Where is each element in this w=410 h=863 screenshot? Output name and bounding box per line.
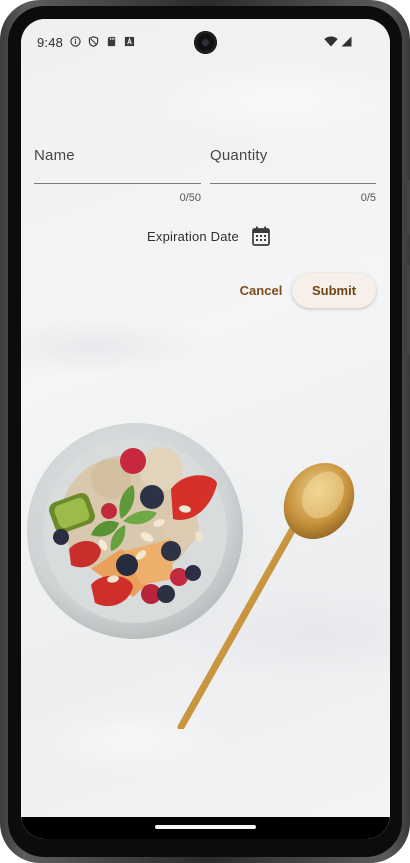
fruit-bowl-image — [27, 423, 355, 729]
status-icons-left — [70, 36, 135, 47]
wifi-icon — [324, 36, 338, 47]
shield-icon — [88, 36, 99, 47]
cellular-signal-icon — [341, 36, 352, 47]
status-time: 9:48 — [37, 35, 64, 50]
home-indicator[interactable] — [155, 825, 256, 829]
quantity-input[interactable] — [210, 139, 380, 185]
quantity-counter: 0/5 — [360, 192, 376, 204]
status-icons-right — [324, 36, 352, 47]
expiration-date-row: Expiration Date — [147, 225, 271, 247]
cancel-button[interactable]: Cancel — [233, 275, 289, 305]
expiration-date-label: Expiration Date — [147, 228, 239, 244]
name-counter: 0/50 — [179, 192, 201, 204]
calendar-icon — [252, 226, 270, 246]
name-field[interactable]: Name 0/50 — [34, 139, 205, 204]
front-camera — [194, 31, 217, 54]
name-input[interactable] — [34, 139, 205, 185]
status-bar: 9:48 — [21, 19, 390, 65]
quantity-field[interactable]: Quantity 0/5 — [210, 139, 380, 204]
screen: 9:48 Name 0/50 Quantity 0/5 Expiration D… — [21, 19, 390, 839]
sd-card-icon — [107, 36, 116, 47]
calendar-button[interactable] — [251, 225, 271, 247]
info-icon — [70, 36, 81, 47]
name-underline — [34, 183, 201, 184]
phone-frame: 9:48 Name 0/50 Quantity 0/5 Expiration D… — [0, 0, 410, 863]
keyboard-a-icon — [124, 36, 135, 47]
quantity-underline — [210, 183, 376, 184]
navigation-bar — [21, 817, 390, 839]
submit-button[interactable]: Submit — [292, 273, 376, 308]
